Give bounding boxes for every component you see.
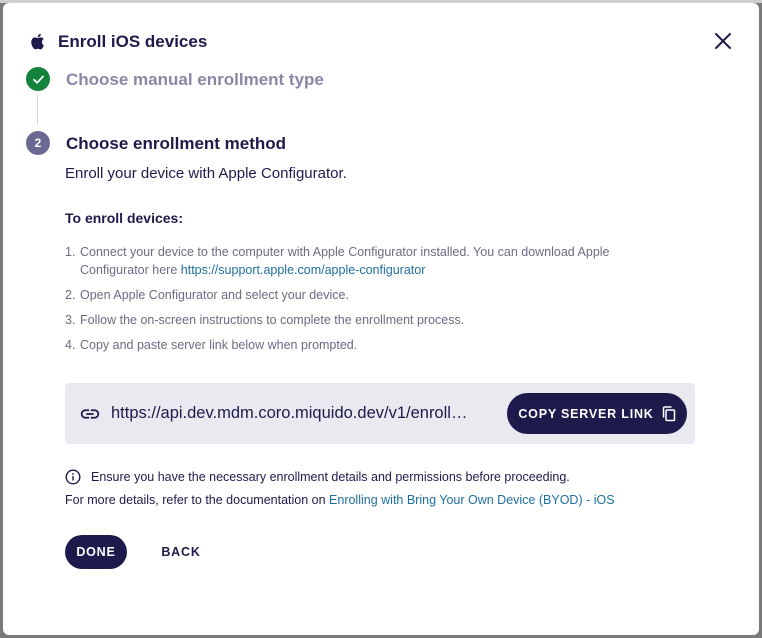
instruction-item: 3. Follow the on-screen instructions to …	[65, 311, 665, 329]
step-connector	[37, 95, 38, 125]
back-button[interactable]: BACK	[149, 535, 213, 569]
instruction-number: 2.	[65, 288, 76, 302]
close-button[interactable]	[709, 27, 737, 55]
copy-icon	[662, 405, 675, 421]
instruction-number: 1.	[65, 245, 76, 259]
step1-title: Choose manual enrollment type	[66, 70, 324, 89]
instructions-heading: To enroll devices:	[65, 210, 183, 226]
instruction-text: Copy and paste server link below when pr…	[80, 338, 358, 352]
details-prefix: For more details, refer to the documenta…	[65, 493, 330, 507]
instruction-item: 2. Open Apple Configurator and select yo…	[65, 286, 665, 304]
info-icon	[65, 469, 81, 485]
info-notice: Ensure you have the necessary enrollment…	[65, 469, 570, 485]
dialog-header: Enroll iOS devices	[29, 31, 207, 52]
step2-title: Choose enrollment method	[66, 134, 287, 153]
apple-icon	[31, 33, 44, 50]
instruction-number: 3.	[65, 313, 76, 327]
copy-button-label: COPY SERVER LINK	[518, 406, 654, 421]
server-link-text: https://api.dev.mdm.coro.miquido.dev/v1/…	[111, 404, 477, 422]
close-icon	[715, 33, 731, 49]
link-icon	[80, 409, 100, 419]
done-button[interactable]: DONE	[65, 535, 127, 569]
apple-configurator-link[interactable]: https://support.apple.com/apple-configur…	[181, 263, 426, 277]
instruction-text: Open Apple Configurator and select your …	[80, 288, 349, 302]
copy-server-link-button[interactable]: COPY SERVER LINK	[507, 393, 687, 434]
instruction-item: 1. Connect your device to the computer w…	[65, 243, 665, 279]
info-text: Ensure you have the necessary enrollment…	[91, 470, 570, 484]
instruction-text: Connect your device to the computer with…	[80, 245, 610, 277]
instructions-list: 1. Connect your device to the computer w…	[65, 243, 665, 361]
step2-subtitle: Enroll your device with Apple Configurat…	[65, 165, 347, 182]
step2-number-indicator: 2	[26, 131, 50, 155]
instruction-item: 4. Copy and paste server link below when…	[65, 336, 665, 354]
enroll-ios-dialog: Enroll iOS devices Choose manual enrollm…	[3, 3, 759, 635]
byod-documentation-link[interactable]: Enrolling with Bring Your Own Device (BY…	[329, 493, 615, 507]
checkmark-icon	[32, 75, 44, 84]
instruction-number: 4.	[65, 338, 76, 352]
instruction-text: Follow the on-screen instructions to com…	[80, 313, 465, 327]
step1-completed-indicator	[26, 67, 50, 91]
dialog-title: Enroll iOS devices	[58, 31, 208, 51]
server-link-panel: https://api.dev.mdm.coro.miquido.dev/v1/…	[65, 383, 695, 444]
documentation-notice: For more details, refer to the documenta…	[65, 493, 615, 507]
